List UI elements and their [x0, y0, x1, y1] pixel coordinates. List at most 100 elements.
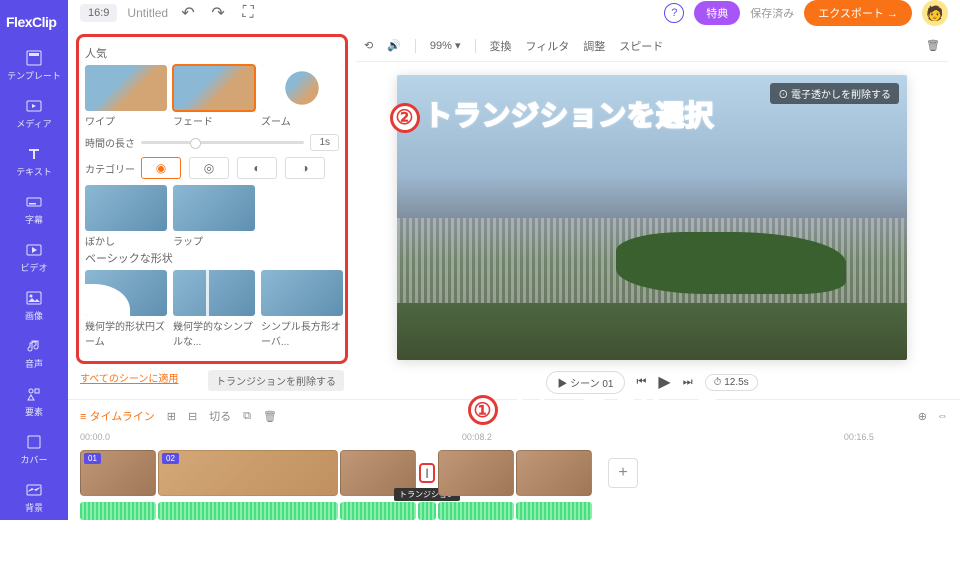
- perk-button[interactable]: 特典: [694, 1, 740, 25]
- sidebar-item-label: 画像: [25, 309, 43, 322]
- split-button[interactable]: ⊟: [188, 410, 197, 423]
- sidebar-item-label: ビデオ: [20, 261, 47, 274]
- sidebar-item-background[interactable]: 背景: [0, 474, 68, 522]
- tool-speed[interactable]: スピード: [619, 38, 663, 54]
- sidebar-item-label: 要素: [25, 405, 43, 418]
- sidebar-item-video[interactable]: ビデオ: [0, 234, 68, 282]
- duration-value[interactable]: 1s: [310, 134, 339, 151]
- zoom-in-button[interactable]: ⊕: [918, 410, 927, 423]
- tool-transform[interactable]: 変換: [490, 38, 512, 54]
- sidebar-item-label: カバー: [20, 453, 47, 466]
- sidebar: FlexClip テンプレート メディア テキスト 字幕 ビデオ 画像 音声 要…: [0, 0, 68, 520]
- fullscreen-button[interactable]: ⛶: [238, 3, 258, 23]
- play-button[interactable]: ▶: [658, 372, 670, 392]
- transition-geo-circle[interactable]: 幾何学的形状円ズーム: [85, 270, 167, 348]
- image-icon: [26, 290, 42, 306]
- saved-status: 保存済み: [750, 5, 794, 21]
- next-button[interactable]: ⏭: [683, 376, 693, 389]
- transition-marker[interactable]: | トランジション: [418, 450, 436, 496]
- sidebar-item-label: ツール: [20, 549, 47, 562]
- audio-clip[interactable]: [158, 502, 338, 520]
- clip[interactable]: 01: [80, 450, 156, 496]
- preview-area: ⟲ 🔊 99% ▾ 変換 フィルタ 調整 スピード 🗑 ⊙ 電子透かしを削除する: [356, 26, 960, 399]
- prev-button[interactable]: ⏮: [637, 376, 647, 389]
- scene-indicator[interactable]: ▶ シーン 01: [546, 371, 624, 394]
- tool-adjust[interactable]: 調整: [583, 38, 605, 54]
- volume-icon[interactable]: 🔊: [387, 39, 401, 52]
- help-button[interactable]: ?: [664, 3, 684, 23]
- cover-icon: [26, 434, 42, 450]
- scene-duration[interactable]: ⏱ 12.5s: [705, 374, 758, 391]
- transition-fade[interactable]: フェード: [173, 65, 255, 128]
- export-button[interactable]: エクスポート →: [804, 0, 912, 26]
- delete-icon[interactable]: 🗑: [926, 39, 940, 52]
- sidebar-item-media[interactable]: メディア: [0, 90, 68, 138]
- sidebar-item-text[interactable]: テキスト: [0, 138, 68, 186]
- transition-zoom[interactable]: ズーム: [261, 65, 343, 128]
- background-icon: [26, 482, 42, 498]
- category-label: カテゴリー: [85, 161, 135, 176]
- sidebar-item-label: テキスト: [16, 165, 52, 178]
- delete-clip-button[interactable]: 🗑: [263, 410, 277, 423]
- sidebar-item-tools[interactable]: ツール: [0, 522, 68, 570]
- ruler-tick: 00:00.0: [80, 432, 110, 442]
- copy-button[interactable]: ⧉: [243, 410, 251, 423]
- audio-clip[interactable]: [438, 502, 514, 520]
- sidebar-item-cover[interactable]: カバー: [0, 426, 68, 474]
- section-basic: ベーシックな形状: [85, 250, 339, 266]
- timeline: ≡ タイムライン ⊞ ⊟ 切る ⧉ 🗑 ⊕ ⇔ 00:00.0 00:08.2 …: [68, 399, 960, 526]
- redo-button[interactable]: ↷: [208, 3, 228, 23]
- sidebar-item-label: メディア: [16, 117, 51, 130]
- rotate-icon[interactable]: ⟲: [364, 39, 373, 52]
- sidebar-item-elements[interactable]: 要素: [0, 378, 68, 426]
- watermark-remove-badge[interactable]: ⊙ 電子透かしを削除する: [770, 83, 899, 104]
- transition-wrap[interactable]: ラップ: [173, 185, 255, 248]
- duration-slider[interactable]: [141, 141, 304, 144]
- apply-all-link[interactable]: すべてのシーンに適用: [80, 370, 178, 391]
- app-logo: FlexClip: [0, 8, 68, 42]
- transition-wipe[interactable]: ワイプ: [85, 65, 167, 128]
- sidebar-item-templates[interactable]: テンプレート: [0, 42, 68, 90]
- clip[interactable]: [516, 450, 592, 496]
- audio-clip[interactable]: [340, 502, 416, 520]
- category-button[interactable]: ◐: [237, 157, 277, 179]
- clip[interactable]: 02: [158, 450, 338, 496]
- sidebar-item-subtitle[interactable]: 字幕: [0, 186, 68, 234]
- ruler-tick: 00:16.5: [844, 432, 874, 442]
- sidebar-item-audio[interactable]: 音声: [0, 330, 68, 378]
- undo-button[interactable]: ↶: [178, 3, 198, 23]
- section-popular: 人気: [85, 45, 339, 61]
- audio-clip[interactable]: [418, 502, 436, 520]
- add-track-button[interactable]: ⊞: [167, 410, 176, 423]
- audio-clip[interactable]: [516, 502, 592, 520]
- zoom-level[interactable]: 99% ▾: [430, 39, 461, 52]
- template-icon: [26, 50, 42, 66]
- sidebar-item-label: 背景: [25, 501, 43, 514]
- subtitle-icon: [26, 194, 42, 210]
- timeline-label[interactable]: ≡ タイムライン: [80, 408, 155, 424]
- tool-filter[interactable]: フィルタ: [526, 38, 570, 54]
- clip[interactable]: [438, 450, 514, 496]
- transition-rect-over[interactable]: シンプル長方形オーバ...: [261, 270, 343, 348]
- audio-icon: [26, 338, 42, 354]
- category-button[interactable]: ◎: [189, 157, 229, 179]
- sidebar-item-image[interactable]: 画像: [0, 282, 68, 330]
- category-button[interactable]: ◑: [285, 157, 325, 179]
- transition-blur[interactable]: ぼかし: [85, 185, 167, 248]
- add-clip-button[interactable]: +: [608, 458, 638, 488]
- transition-geo-simple[interactable]: 幾何学的なシンプルな...: [173, 270, 255, 348]
- project-title[interactable]: Untitled: [127, 6, 168, 20]
- audio-clip[interactable]: [80, 502, 156, 520]
- category-button[interactable]: ◉: [141, 157, 181, 179]
- topbar: 16:9 Untitled ↶ ↷ ⛶ ? 特典 保存済み エクスポート → 🧑: [68, 0, 960, 26]
- media-icon: [26, 98, 42, 114]
- cut-button[interactable]: 切る: [209, 408, 231, 424]
- preview-stage[interactable]: ⊙ 電子透かしを削除する: [397, 75, 907, 360]
- video-icon: [26, 242, 42, 258]
- elements-icon: [26, 386, 42, 402]
- ruler-tick: 00:08.2: [462, 432, 492, 442]
- avatar[interactable]: 🧑: [922, 0, 948, 26]
- fit-button[interactable]: ⇔: [937, 410, 948, 423]
- aspect-ratio-selector[interactable]: 16:9: [80, 4, 117, 22]
- remove-transition-button[interactable]: トランジションを削除する: [208, 370, 344, 391]
